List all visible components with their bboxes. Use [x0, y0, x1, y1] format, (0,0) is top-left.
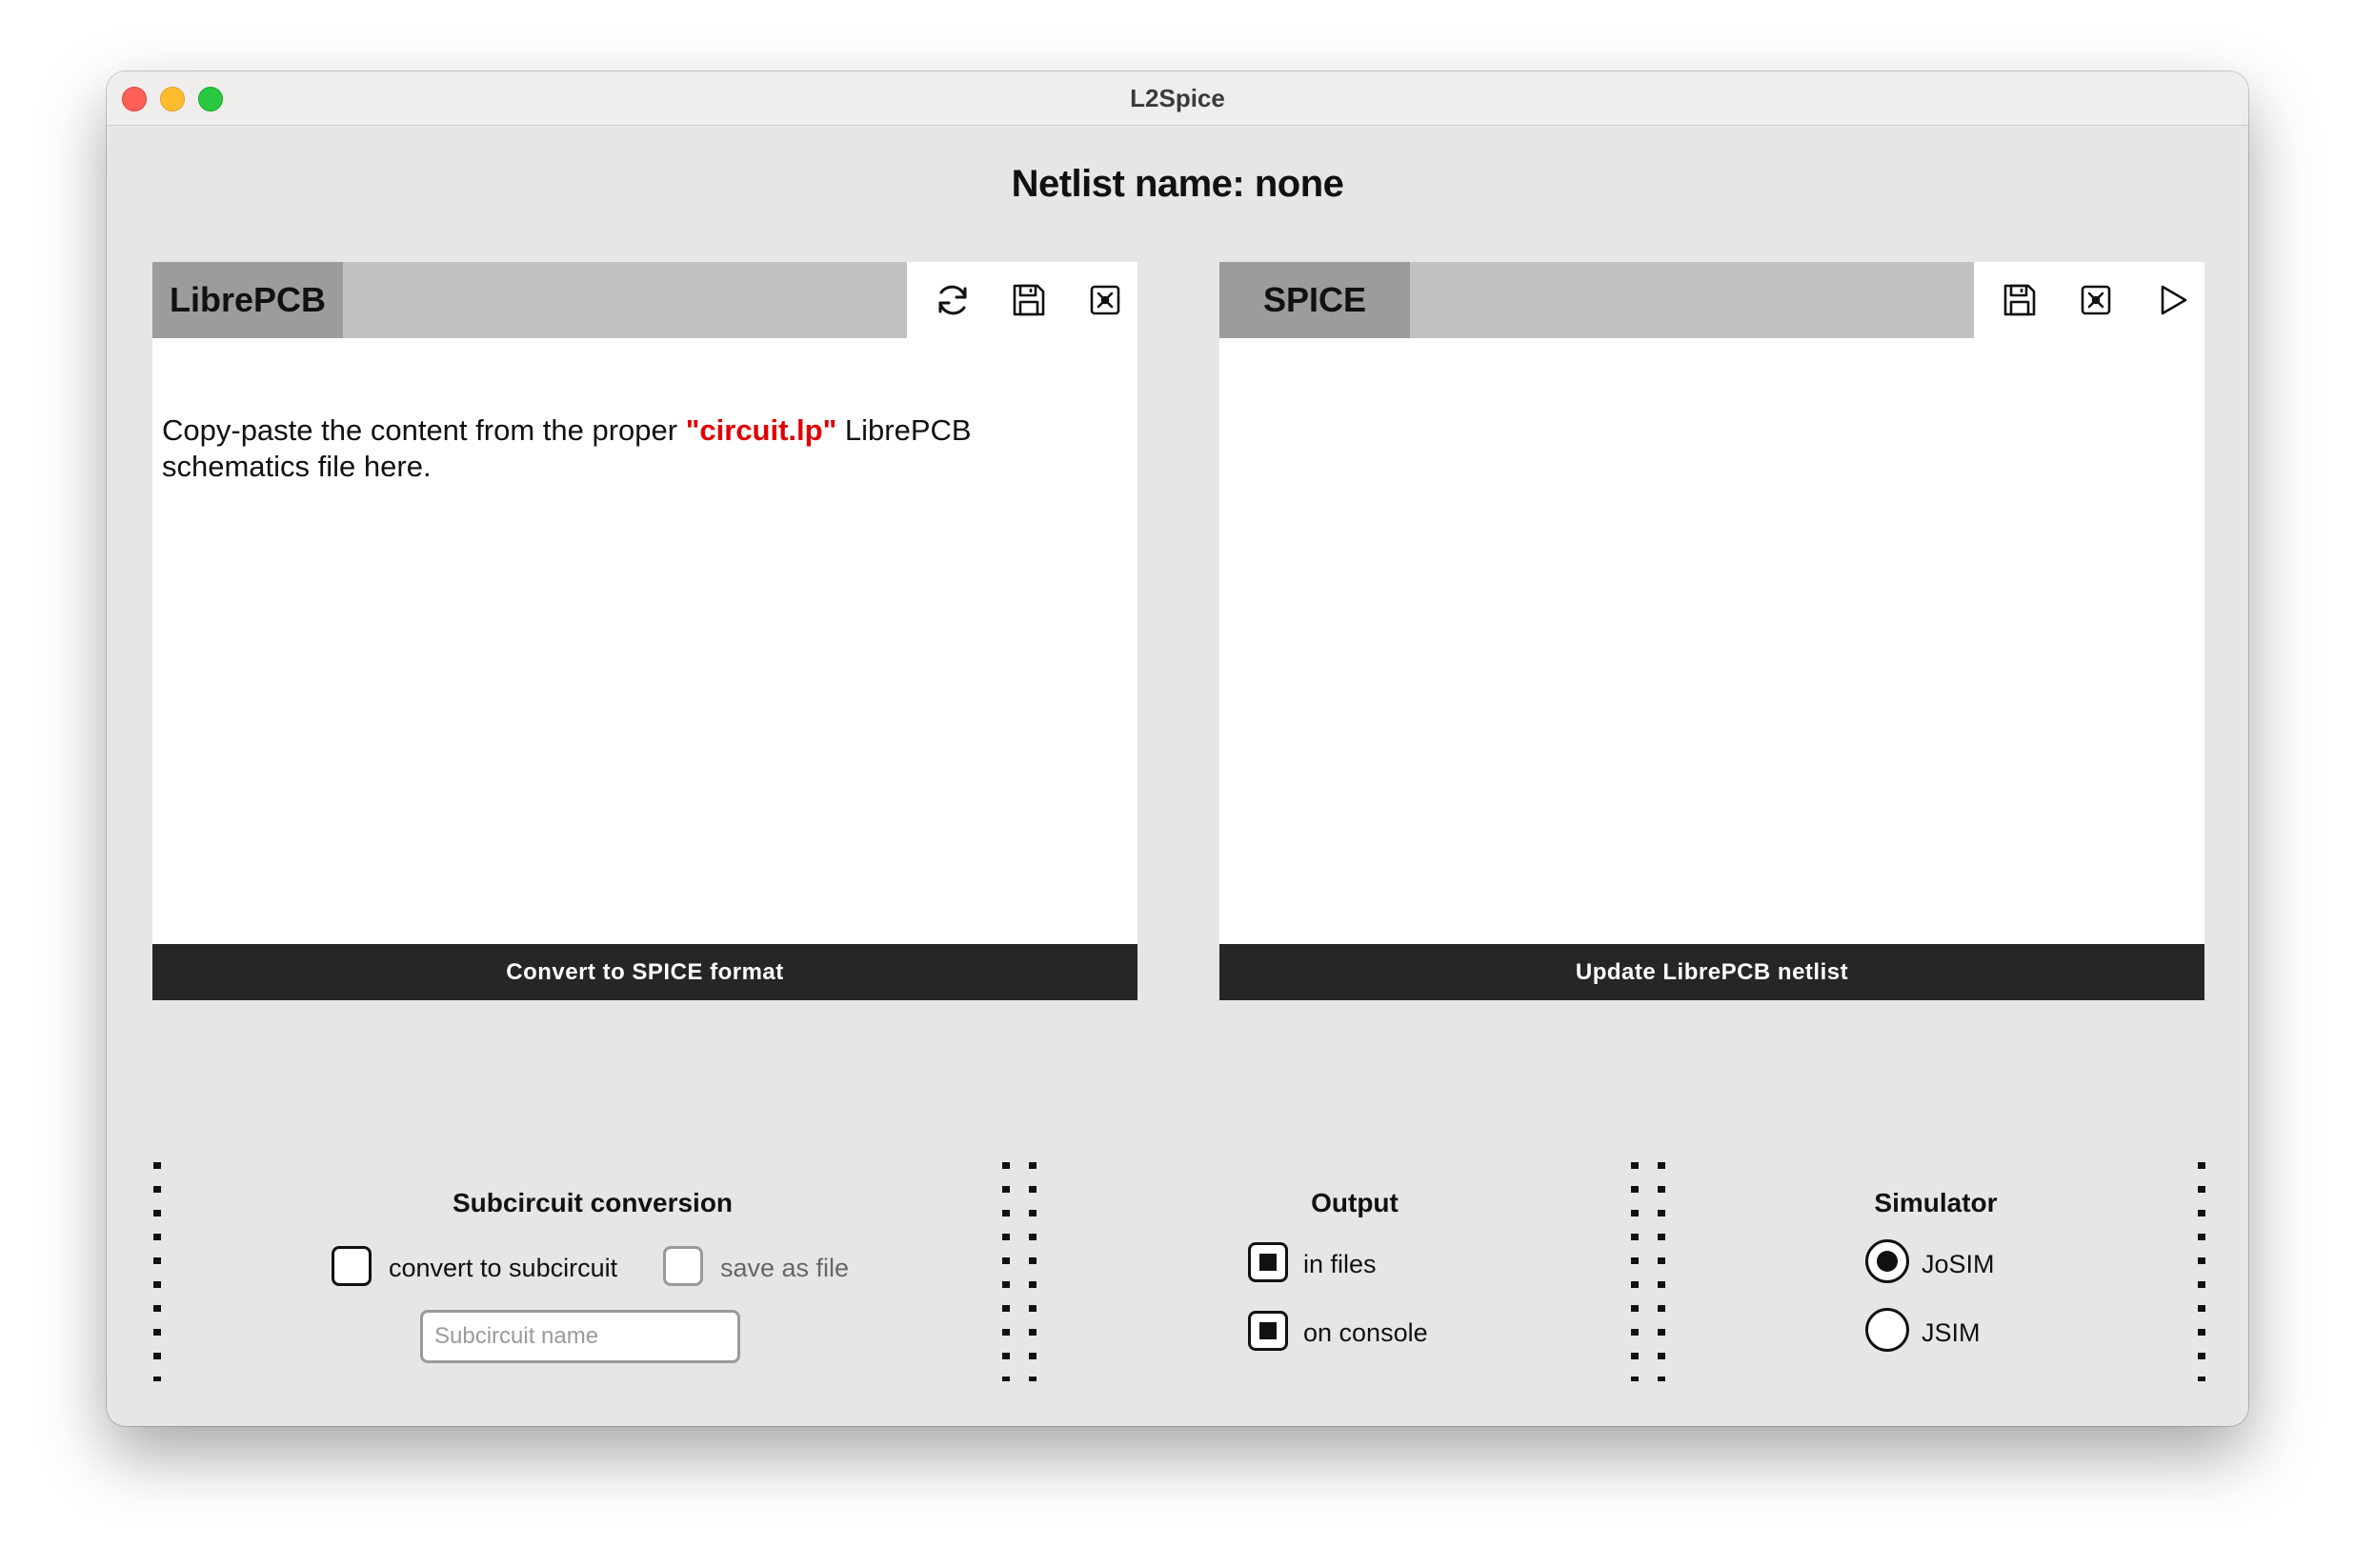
in-files-label: in files: [1303, 1250, 1377, 1278]
clear-icon[interactable]: [2073, 277, 2119, 323]
refresh-icon[interactable]: [930, 277, 976, 323]
output-section-title: Output: [1311, 1188, 1399, 1217]
simulator-section-title: Simulator: [1874, 1188, 1998, 1217]
save-as-file-checkbox[interactable]: [663, 1246, 703, 1286]
save-icon[interactable]: [1997, 277, 2043, 323]
update-librepcb-netlist-button[interactable]: Update LibrePCB netlist: [1219, 944, 2204, 1000]
dotted-separator: [153, 1162, 161, 1381]
jsim-radio[interactable]: [1865, 1308, 1909, 1352]
title-bar: L2Spice: [107, 71, 2248, 126]
convert-to-subcircuit-checkbox[interactable]: [332, 1246, 372, 1286]
dotted-separator: [1002, 1162, 1037, 1381]
subcircuit-section-title: Subcircuit conversion: [452, 1188, 734, 1217]
on-console-label: on console: [1303, 1318, 1428, 1347]
in-files-checkbox[interactable]: [1248, 1242, 1288, 1282]
circuit-file-highlight: "circuit.lp": [685, 413, 837, 447]
window-title: L2Spice: [1130, 84, 1225, 112]
clear-icon[interactable]: [1082, 277, 1128, 323]
subcircuit-name-input[interactable]: [420, 1310, 740, 1363]
josim-radio[interactable]: [1865, 1239, 1909, 1283]
on-console-checkbox[interactable]: [1248, 1311, 1288, 1351]
librepcb-panel-header: LibrePCB: [152, 262, 907, 338]
play-icon[interactable]: [2149, 277, 2195, 323]
save-as-file-label: save as file: [720, 1254, 850, 1282]
convert-to-spice-button[interactable]: Convert to SPICE format: [152, 944, 1137, 1000]
librepcb-tab: LibrePCB: [152, 262, 343, 338]
save-icon[interactable]: [1006, 277, 1052, 323]
spice-panel: SPICE Update LibrePCB netlist: [1219, 262, 2204, 1000]
jsim-label: JSIM: [1922, 1318, 1981, 1347]
librepcb-panel: LibrePCB Copy-paste the content from the…: [152, 262, 1137, 1000]
dotted-separator: [2198, 1162, 2205, 1381]
app-window: L2Spice Netlist name: none LibrePCB Copy…: [107, 71, 2248, 1426]
instruction-text: Copy-paste the content from the proper: [162, 413, 686, 447]
librepcb-instructions[interactable]: Copy-paste the content from the proper "…: [162, 412, 1019, 485]
spice-panel-header: SPICE: [1219, 262, 1974, 338]
spice-tab: SPICE: [1219, 262, 1410, 338]
netlist-name-heading: Netlist name: none: [1011, 163, 1344, 205]
josim-label: JoSIM: [1922, 1250, 1995, 1278]
convert-to-subcircuit-label: convert to subcircuit: [389, 1254, 618, 1282]
dotted-separator: [1631, 1162, 1665, 1381]
